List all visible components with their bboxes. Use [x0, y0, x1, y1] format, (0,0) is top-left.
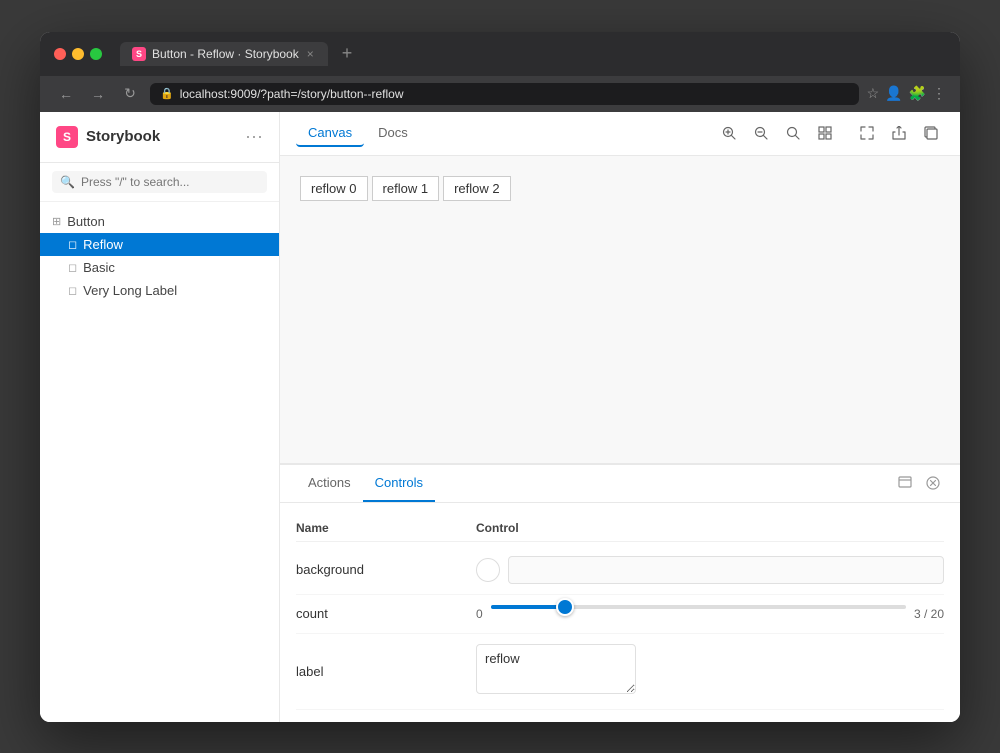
fullscreen-button[interactable]	[854, 120, 880, 146]
bookmark-icon[interactable]: ☆	[867, 85, 880, 102]
folder-icon: ⊞	[52, 215, 61, 228]
sidebar: S Storybook ··· 🔍 ⊞ Button ◻	[40, 112, 280, 722]
sidebar-header: S Storybook ···	[40, 112, 279, 163]
toolbar-right-group	[854, 120, 944, 146]
new-tab-button[interactable]: +	[342, 43, 353, 64]
control-row-background: background	[296, 546, 944, 595]
controls-table-header: Name Control	[296, 515, 944, 542]
slider-track-container	[491, 605, 906, 623]
sidebar-item-label: Reflow	[83, 237, 123, 252]
sidebar-item-label: Basic	[83, 260, 115, 275]
browser-tab[interactable]: S Button - Reflow · Storybook ×	[120, 42, 328, 66]
controls-table: Name Control background	[280, 503, 960, 722]
main-content: Canvas Docs	[280, 112, 960, 722]
controls-panel-actions	[894, 472, 944, 494]
controls-tabs-bar: Actions Controls	[280, 465, 960, 503]
slider-min-label: 0	[476, 607, 483, 621]
logo-icon: S	[56, 126, 78, 148]
tab-canvas[interactable]: Canvas	[296, 120, 364, 147]
sidebar-item-basic[interactable]: ◻ Basic	[40, 256, 279, 279]
tab-title: Button - Reflow · Storybook	[152, 47, 299, 61]
sidebar-item-reflow[interactable]: ◻ Reflow	[40, 233, 279, 256]
tab-actions[interactable]: Actions	[296, 465, 363, 502]
column-name-header: Name	[296, 521, 476, 535]
toolbar-icon-group	[716, 120, 838, 146]
control-name-background: background	[296, 562, 476, 577]
sidebar-tree: ⊞ Button ◻ Reflow ◻ Basic ◻ Very Long La…	[40, 202, 279, 722]
sidebar-group-label: Button	[67, 214, 105, 229]
browser-titlebar: S Button - Reflow · Storybook × +	[40, 32, 960, 76]
slider-thumb[interactable]	[556, 598, 574, 616]
address-bar[interactable]: 🔒 localhost:9009/?path=/story/button--re…	[150, 83, 859, 105]
copy-link-button[interactable]	[918, 120, 944, 146]
control-value-count: 0 3 / 20	[476, 605, 944, 623]
story-buttons: reflow 0 reflow 1 reflow 2	[300, 176, 940, 201]
canvas-area: reflow 0 reflow 1 reflow 2	[280, 156, 960, 464]
story-button-reflow1[interactable]: reflow 1	[372, 176, 440, 201]
sidebar-logo: S Storybook	[56, 126, 160, 148]
sidebar-item-button-group[interactable]: ⊞ Button	[40, 210, 279, 233]
address-text: localhost:9009/?path=/story/button--refl…	[180, 87, 404, 101]
story-icon: ◻	[68, 238, 77, 251]
logo-text: Storybook	[86, 128, 160, 145]
browser-toolbar-right: ☆ 👤 🧩 ⋮	[867, 85, 946, 102]
search-icon: 🔍	[60, 175, 75, 189]
controls-panel: Actions Controls Name	[280, 464, 960, 722]
content-tabs: Canvas Docs	[296, 120, 420, 147]
menu-icon[interactable]: ⋮	[932, 85, 946, 102]
column-control-header: Control	[476, 521, 944, 535]
story-button-reflow0[interactable]: reflow 0	[300, 176, 368, 201]
control-value-background	[476, 556, 944, 584]
tab-favicon: S	[132, 47, 146, 61]
tab-docs[interactable]: Docs	[366, 120, 420, 147]
tab-controls[interactable]: Controls	[363, 465, 435, 502]
share-button[interactable]	[886, 120, 912, 146]
zoom-reset-button[interactable]	[780, 120, 806, 146]
close-button[interactable]	[54, 48, 66, 60]
extensions-icon[interactable]: 🧩	[909, 85, 926, 102]
content-toolbar: Canvas Docs	[280, 112, 960, 156]
tab-close-icon[interactable]: ×	[305, 47, 316, 61]
profile-icon[interactable]: 👤	[885, 85, 902, 102]
control-name-count: count	[296, 606, 476, 621]
search-input[interactable]	[81, 175, 259, 189]
panel-close-button[interactable]	[922, 472, 944, 494]
control-row-label: label reflow	[296, 634, 944, 710]
browser-toolbar: ← → ↻ 🔒 localhost:9009/?path=/story/butt…	[40, 76, 960, 112]
sidebar-search: 🔍	[40, 163, 279, 202]
story-icon: ◻	[68, 284, 77, 297]
color-swatch[interactable]	[476, 558, 500, 582]
sidebar-item-label: Very Long Label	[83, 283, 177, 298]
color-input[interactable]	[508, 556, 944, 584]
slider-value-label: 3 / 20	[914, 607, 944, 621]
story-button-reflow2[interactable]: reflow 2	[443, 176, 511, 201]
forward-button[interactable]: →	[86, 82, 110, 106]
control-name-label: label	[296, 664, 476, 679]
browser-content: S Storybook ··· 🔍 ⊞ Button ◻	[40, 112, 960, 722]
browser-window: S Button - Reflow · Storybook × + ← → ↻ …	[40, 32, 960, 722]
back-button[interactable]: ←	[54, 82, 78, 106]
search-input-wrap: 🔍	[52, 171, 267, 193]
sidebar-item-very-long-label[interactable]: ◻ Very Long Label	[40, 279, 279, 302]
label-textarea[interactable]: reflow	[476, 644, 636, 694]
panel-minimize-button[interactable]	[894, 472, 916, 494]
control-value-label: reflow	[476, 644, 944, 699]
slider-fill	[491, 605, 566, 609]
maximize-button[interactable]	[90, 48, 102, 60]
story-icon: ◻	[68, 261, 77, 274]
lock-icon: 🔒	[160, 87, 174, 100]
control-row-count: count 0 3 / 20	[296, 595, 944, 634]
zoom-out-button[interactable]	[748, 120, 774, 146]
zoom-in-button[interactable]	[716, 120, 742, 146]
slider-control: 0 3 / 20	[476, 605, 944, 623]
grid-button[interactable]	[812, 120, 838, 146]
color-control	[476, 556, 944, 584]
sidebar-menu-button[interactable]: ···	[245, 126, 263, 147]
traffic-lights	[54, 48, 102, 60]
minimize-button[interactable]	[72, 48, 84, 60]
reload-button[interactable]: ↻	[118, 82, 142, 106]
